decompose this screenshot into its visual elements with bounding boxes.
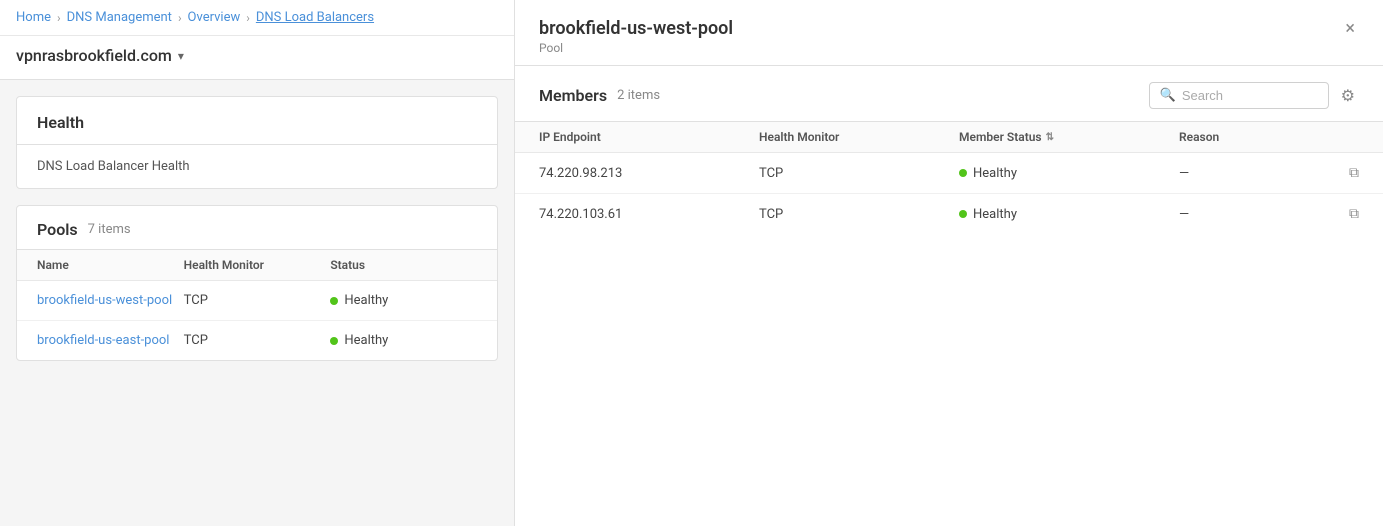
members-col-reason: Reason xyxy=(1179,130,1319,144)
pools-row-1-status-label: Healthy xyxy=(344,293,388,308)
health-card-body: DNS Load Balancer Health xyxy=(17,145,497,188)
pools-section-header: Pools 7 items xyxy=(17,206,497,250)
breadcrumb-sep-3: › xyxy=(246,11,250,25)
members-row-1-ext-link[interactable]: ⧉ xyxy=(1319,165,1359,181)
members-row-1: 74.220.98.213 TCP Healthy — ⧉ xyxy=(515,153,1383,194)
pools-row-2-monitor: TCP xyxy=(184,333,331,348)
members-col-ip: IP Endpoint xyxy=(539,130,759,144)
breadcrumb-sep-2: › xyxy=(178,11,182,25)
search-box[interactable]: 🔍 xyxy=(1149,82,1329,109)
gear-icon[interactable]: ⚙ xyxy=(1337,82,1359,109)
left-panel: Home › DNS Management › Overview › DNS L… xyxy=(0,0,515,526)
panel-subtitle: Pool xyxy=(539,41,733,55)
members-row-2: 74.220.103.61 TCP Healthy — ⧉ xyxy=(515,194,1383,234)
members-row-2-ext-link[interactable]: ⧉ xyxy=(1319,206,1359,222)
search-icon: 🔍 xyxy=(1160,88,1176,103)
pools-row-1-status: Healthy xyxy=(330,293,477,308)
sort-icon: ⇅ xyxy=(1046,132,1054,143)
breadcrumb-current: DNS Load Balancers xyxy=(256,10,374,25)
healthy-dot-2 xyxy=(330,337,338,345)
pools-title: Pools xyxy=(37,220,78,239)
pools-row-1-monitor: TCP xyxy=(184,293,331,308)
members-col-actions xyxy=(1319,130,1359,144)
members-row-2-status: Healthy xyxy=(959,207,1179,222)
domain-bar: vpnrasbrookfield.com ▾ xyxy=(0,36,514,80)
members-row-1-reason: — xyxy=(1179,166,1319,181)
pools-row-1-name[interactable]: brookfield-us-west-pool xyxy=(37,293,184,308)
chevron-down-icon[interactable]: ▾ xyxy=(178,49,184,63)
pools-row-2: brookfield-us-east-pool TCP Healthy xyxy=(17,321,497,360)
panel-title: brookfield-us-west-pool xyxy=(539,18,733,39)
left-content: Health DNS Load Balancer Health Pools 7 … xyxy=(0,80,514,526)
domain-name: vpnrasbrookfield.com xyxy=(16,46,172,65)
breadcrumb-sep-1: › xyxy=(57,11,61,25)
pools-row-1: brookfield-us-west-pool TCP Healthy xyxy=(17,281,497,321)
right-panel: brookfield-us-west-pool Pool × Members 2… xyxy=(515,0,1383,526)
members-col-monitor: Health Monitor xyxy=(759,130,959,144)
search-input[interactable] xyxy=(1182,88,1318,103)
members-title-row: Members 2 items xyxy=(539,86,660,105)
members-row-1-ip: 74.220.98.213 xyxy=(539,166,759,181)
pools-row-2-status-label: Healthy xyxy=(344,333,388,348)
members-row-2-reason: — xyxy=(1179,207,1319,222)
pools-card: Pools 7 items Name Health Monitor Status… xyxy=(16,205,498,361)
pools-table-header: Name Health Monitor Status xyxy=(17,250,497,281)
healthy-dot-1 xyxy=(330,297,338,305)
breadcrumb-dns-mgmt[interactable]: DNS Management xyxy=(67,10,172,25)
health-card-title: Health xyxy=(37,113,84,132)
close-button[interactable]: × xyxy=(1341,18,1359,40)
health-card: Health DNS Load Balancer Health xyxy=(16,96,498,189)
members-col-status[interactable]: Member Status ⇅ xyxy=(959,130,1179,144)
health-card-header: Health xyxy=(17,97,497,145)
breadcrumb: Home › DNS Management › Overview › DNS L… xyxy=(0,0,514,36)
members-actions: 🔍 ⚙ xyxy=(1149,82,1359,109)
members-row-2-status-label: Healthy xyxy=(973,207,1017,222)
pools-count: 7 items xyxy=(88,222,131,237)
members-table-header: IP Endpoint Health Monitor Member Status… xyxy=(515,122,1383,153)
members-row-1-status-label: Healthy xyxy=(973,166,1017,181)
members-healthy-dot-2 xyxy=(959,210,967,218)
members-count: 2 items xyxy=(617,88,660,103)
members-row-2-monitor: TCP xyxy=(759,207,959,222)
members-title: Members xyxy=(539,86,607,105)
members-row-1-monitor: TCP xyxy=(759,166,959,181)
members-row-2-ip: 74.220.103.61 xyxy=(539,207,759,222)
breadcrumb-home[interactable]: Home xyxy=(16,10,51,25)
pools-row-2-status: Healthy xyxy=(330,333,477,348)
pools-col-status: Status xyxy=(330,258,477,272)
pools-row-2-name[interactable]: brookfield-us-east-pool xyxy=(37,333,184,348)
breadcrumb-overview[interactable]: Overview xyxy=(188,10,241,25)
panel-body: Members 2 items 🔍 ⚙ IP Endpoint Health M… xyxy=(515,66,1383,526)
members-header: Members 2 items 🔍 ⚙ xyxy=(515,66,1383,122)
panel-title-block: brookfield-us-west-pool Pool xyxy=(539,18,733,55)
pools-col-monitor: Health Monitor xyxy=(184,258,331,272)
members-healthy-dot-1 xyxy=(959,169,967,177)
members-row-1-status: Healthy xyxy=(959,166,1179,181)
panel-header: brookfield-us-west-pool Pool × xyxy=(515,0,1383,66)
pools-col-name: Name xyxy=(37,258,184,272)
health-card-description: DNS Load Balancer Health xyxy=(37,159,190,174)
